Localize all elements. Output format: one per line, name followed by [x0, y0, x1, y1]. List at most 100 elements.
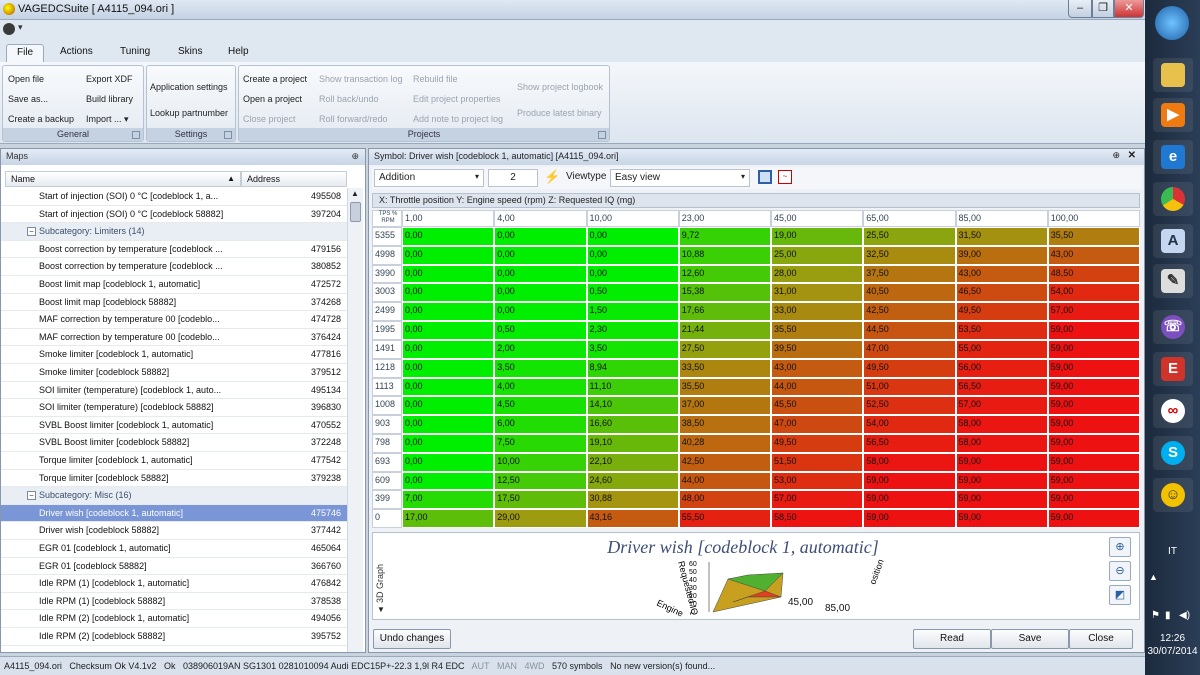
- editor-taskbar-icon[interactable]: E: [1153, 352, 1193, 386]
- collapse-icon[interactable]: −: [27, 491, 36, 501]
- map-cell[interactable]: 57,00: [771, 490, 864, 510]
- application-settings-button[interactable]: Application settings: [150, 82, 228, 92]
- map-cell[interactable]: 7,00: [402, 490, 495, 510]
- map-cell[interactable]: 59,00: [955, 471, 1048, 491]
- tray-flag-icon[interactable]: ⚑: [1151, 610, 1160, 621]
- map-cell[interactable]: 31,50: [955, 227, 1048, 246]
- surface-plot[interactable]: 45,00 85,00 60 50 40 30 20 10 0 Requeste…: [653, 557, 903, 619]
- map-cell[interactable]: 24,60: [586, 471, 679, 491]
- close-window-button[interactable]: ✕: [1114, 0, 1144, 18]
- close-button[interactable]: Close: [1069, 629, 1133, 649]
- map-cell[interactable]: 0,00: [402, 396, 495, 416]
- map-cell[interactable]: 49,50: [955, 302, 1048, 322]
- map-cell[interactable]: 17,50: [494, 490, 587, 510]
- amount-input[interactable]: 2: [488, 169, 538, 187]
- surface-view-icon[interactable]: ◩: [1109, 585, 1131, 605]
- media-player-taskbar-icon[interactable]: ▶: [1153, 98, 1193, 132]
- scroll-up-icon[interactable]: ▲: [351, 189, 359, 198]
- map-cell[interactable]: 54,00: [863, 415, 956, 434]
- map-cell[interactable]: 42,50: [863, 302, 956, 322]
- copy-window-icon[interactable]: [758, 170, 772, 184]
- start-button[interactable]: [1155, 6, 1189, 40]
- map-cell[interactable]: 11,10: [586, 377, 679, 397]
- table-row[interactable]: Start of injection (SOI) 0 °C [codeblock…: [1, 206, 347, 224]
- map-cell[interactable]: 12,60: [678, 264, 771, 284]
- table-row[interactable]: Boost correction by temperature [codeblo…: [1, 241, 347, 259]
- map-cell[interactable]: 31,00: [771, 283, 864, 303]
- map-cell[interactable]: 33,50: [678, 358, 771, 378]
- map-cell[interactable]: 59,00: [1047, 339, 1140, 359]
- map-cell[interactable]: 0,50: [586, 283, 679, 303]
- map-cell[interactable]: 49,50: [771, 433, 864, 453]
- map-cell[interactable]: 59,00: [863, 471, 956, 491]
- table-row[interactable]: SVBL Boost limiter [codeblock 1, automat…: [1, 417, 347, 435]
- map-cell[interactable]: 37,00: [678, 396, 771, 416]
- game-taskbar-icon[interactable]: ∞: [1153, 394, 1193, 428]
- map-cell[interactable]: 17,66: [678, 302, 771, 322]
- ie-taskbar-icon[interactable]: e: [1153, 140, 1193, 174]
- map-cell[interactable]: 47,00: [771, 415, 864, 434]
- map-cell[interactable]: 46,50: [955, 283, 1048, 303]
- map-cell[interactable]: 59,00: [955, 509, 1048, 528]
- map-cell[interactable]: 14,10: [586, 396, 679, 416]
- map-cell[interactable]: 57,00: [955, 396, 1048, 416]
- vagedc-taskbar-icon[interactable]: ☺: [1153, 478, 1193, 512]
- notes-taskbar-icon[interactable]: ✎: [1153, 264, 1193, 298]
- edit-project-properties-button[interactable]: Edit project properties: [413, 94, 501, 104]
- language-indicator[interactable]: IT: [1145, 546, 1200, 557]
- map-cell[interactable]: 29,00: [494, 509, 587, 528]
- map-cell[interactable]: 0,00: [402, 283, 495, 303]
- tab-skins[interactable]: Skins: [168, 44, 212, 62]
- show-transaction-log-button[interactable]: Show transaction log: [319, 74, 403, 84]
- map-cell[interactable]: 59,00: [1047, 377, 1140, 397]
- map-cell[interactable]: 59,00: [1047, 490, 1140, 510]
- create-backup-button[interactable]: Create a backup: [8, 114, 74, 124]
- tab-tuning[interactable]: Tuning: [110, 44, 160, 62]
- table-row[interactable]: EGR 01 [codeblock 1, automatic] 465064: [1, 540, 347, 558]
- map-cell[interactable]: 4,00: [494, 377, 587, 397]
- pin-icon[interactable]: ⊕: [351, 151, 359, 162]
- table-row[interactable]: Idle RPM (1) [codeblock 58882] 378538: [1, 593, 347, 611]
- map-cell[interactable]: 59,00: [1047, 452, 1140, 472]
- tray-expand-icon[interactable]: ▲: [1149, 572, 1158, 582]
- map-cell[interactable]: 39,00: [955, 245, 1048, 265]
- map-cell[interactable]: 44,50: [863, 321, 956, 340]
- zoom-out-icon[interactable]: ⊖: [1109, 561, 1131, 581]
- general-launcher-icon[interactable]: [132, 131, 140, 139]
- table-row[interactable]: Torque limiter [codeblock 58882] 379238: [1, 470, 347, 488]
- table-row[interactable]: Idle RPM (1) [codeblock 1, automatic] 476…: [1, 575, 347, 593]
- maps-scrollbar[interactable]: ▲: [347, 188, 363, 652]
- settings-launcher-icon[interactable]: [224, 131, 232, 139]
- map-cell[interactable]: 2,30: [586, 321, 679, 340]
- map-cell[interactable]: 43,00: [955, 264, 1048, 284]
- map-cell[interactable]: 56,50: [955, 377, 1048, 397]
- map-cell[interactable]: 58,00: [955, 433, 1048, 453]
- map-cell[interactable]: 30,88: [586, 490, 679, 510]
- table-row[interactable]: MAF correction by temperature 00 [codebl…: [1, 311, 347, 329]
- map-cell[interactable]: 0,00: [402, 377, 495, 397]
- map-cell[interactable]: 0,50: [494, 321, 587, 340]
- tray-volume-icon[interactable]: ◀): [1179, 610, 1190, 621]
- map-cell[interactable]: 56,50: [863, 433, 956, 453]
- map-cell[interactable]: 0,00: [402, 358, 495, 378]
- clock[interactable]: 12:26 30/07/2014: [1145, 632, 1200, 658]
- graph-tab[interactable]: 3D Graph: [375, 543, 389, 603]
- map-cell[interactable]: 56,00: [955, 358, 1048, 378]
- close-icon[interactable]: ✕: [1128, 150, 1136, 161]
- undo-changes-button[interactable]: Undo changes: [373, 629, 451, 649]
- restore-button[interactable]: ❐: [1092, 0, 1114, 18]
- map-cell[interactable]: 59,00: [863, 490, 956, 510]
- tab-help[interactable]: Help: [218, 44, 259, 62]
- table-row[interactable]: Idle RPM (2) [codeblock 58882] 395752: [1, 628, 347, 646]
- table-row[interactable]: Idle RPM (2) [codeblock 1, automatic] 494…: [1, 610, 347, 628]
- map-cell[interactable]: 40,28: [678, 433, 771, 453]
- map-cell[interactable]: 0,00: [494, 302, 587, 322]
- map-cell[interactable]: 0,00: [586, 245, 679, 265]
- map-cell[interactable]: 0,00: [402, 245, 495, 265]
- map-cell[interactable]: 53,50: [955, 321, 1048, 340]
- save-as-button[interactable]: Save as...: [8, 94, 48, 104]
- zoom-in-icon[interactable]: ⊕: [1109, 537, 1131, 557]
- map-cell[interactable]: 42,50: [678, 452, 771, 472]
- map-cell[interactable]: 3,50: [494, 358, 587, 378]
- map-cell[interactable]: 58,00: [863, 452, 956, 472]
